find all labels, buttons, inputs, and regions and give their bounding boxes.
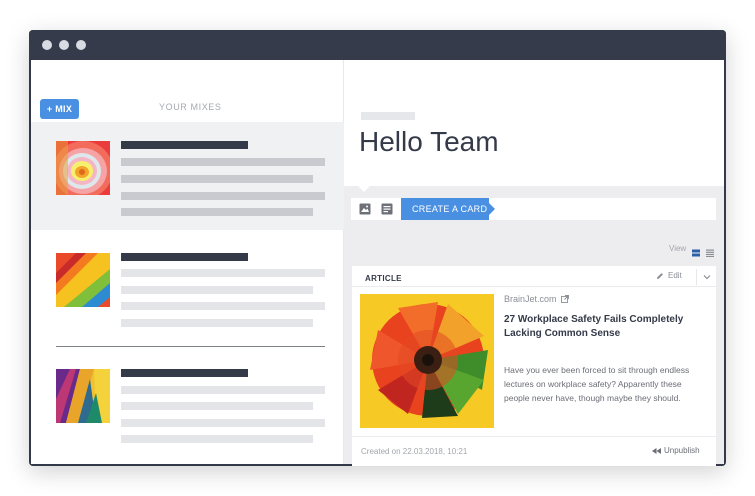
mix-line-placeholder bbox=[121, 158, 325, 166]
edit-label: Edit bbox=[668, 271, 682, 280]
app-content: + MIX YOUR MIXES Hello Team CREATE A CAR… bbox=[31, 60, 724, 466]
article-headline[interactable]: 27 Workplace Safety Fails Completely Lac… bbox=[504, 313, 704, 341]
mix-item[interactable] bbox=[31, 122, 344, 230]
unpublish-button[interactable]: Unpublish bbox=[652, 446, 700, 455]
add-mix-button[interactable]: + MIX bbox=[40, 99, 79, 119]
mix-line-placeholder bbox=[121, 208, 313, 216]
mix-title-placeholder bbox=[121, 253, 248, 261]
mix-line-placeholder bbox=[121, 419, 325, 427]
mixes-sidebar: + MIX YOUR MIXES bbox=[31, 60, 344, 464]
page-title: Hello Team bbox=[359, 126, 499, 157]
mix-line-placeholder bbox=[121, 435, 313, 443]
card-type-label: ARTICLE bbox=[365, 274, 402, 283]
article-image bbox=[360, 294, 494, 428]
create-card-toolbar: CREATE A CARD bbox=[351, 198, 716, 220]
header-caret bbox=[358, 186, 370, 192]
article-card[interactable]: ARTICLE Edit BrainJet.com 27 Workplace S… bbox=[352, 266, 716, 466]
edit-button[interactable]: Edit bbox=[656, 271, 682, 280]
created-timestamp: Created on 22.03.2018, 10:21 bbox=[361, 447, 468, 456]
pencil-icon bbox=[657, 272, 663, 279]
window-dot-minimize[interactable] bbox=[59, 40, 69, 50]
list-view-icon[interactable] bbox=[706, 244, 714, 257]
view-label: View bbox=[669, 244, 687, 253]
mix-line-placeholder bbox=[121, 175, 313, 183]
image-icon[interactable] bbox=[357, 201, 373, 217]
grid-view-icon[interactable] bbox=[692, 244, 700, 257]
external-link-icon bbox=[560, 295, 569, 303]
mix-line-placeholder bbox=[121, 319, 313, 327]
chevron-down-icon[interactable] bbox=[696, 269, 716, 285]
text-icon[interactable] bbox=[379, 201, 395, 217]
mix-line-placeholder bbox=[121, 402, 313, 410]
source-name: BrainJet.com bbox=[504, 294, 557, 304]
mix-detail-panel: Hello Team CREATE A CARD View ARTICLE Ed… bbox=[344, 60, 724, 466]
mix-line-placeholder bbox=[121, 302, 325, 310]
browser-window: + MIX YOUR MIXES Hello Team CREATE A CAR… bbox=[29, 30, 726, 466]
mix-thumbnail bbox=[56, 369, 110, 423]
unpublish-label: Unpublish bbox=[664, 446, 700, 455]
mix-title-placeholder bbox=[121, 369, 248, 377]
mix-line-placeholder bbox=[121, 269, 325, 277]
mix-thumbnail bbox=[56, 141, 110, 195]
mixes-title: YOUR MIXES bbox=[159, 102, 222, 112]
mix-item[interactable] bbox=[31, 347, 344, 457]
card-footer-divider bbox=[352, 436, 716, 437]
rewind-icon bbox=[652, 447, 661, 454]
mix-line-placeholder bbox=[121, 192, 325, 200]
mix-title-placeholder bbox=[121, 141, 248, 149]
mix-thumbnail bbox=[56, 253, 110, 307]
create-card-button[interactable]: CREATE A CARD bbox=[401, 198, 495, 220]
window-dot-close[interactable] bbox=[42, 40, 52, 50]
mix-header: Hello Team bbox=[344, 60, 724, 186]
article-source[interactable]: BrainJet.com bbox=[504, 294, 569, 304]
mix-subtitle-placeholder bbox=[361, 112, 415, 120]
mix-item[interactable] bbox=[31, 230, 344, 346]
mix-line-placeholder bbox=[121, 386, 325, 394]
mix-line-placeholder bbox=[121, 286, 313, 294]
card-divider bbox=[352, 286, 716, 287]
window-dot-maximize[interactable] bbox=[76, 40, 86, 50]
article-excerpt: Have you ever been forced to sit through… bbox=[504, 365, 690, 403]
window-titlebar bbox=[29, 30, 726, 60]
